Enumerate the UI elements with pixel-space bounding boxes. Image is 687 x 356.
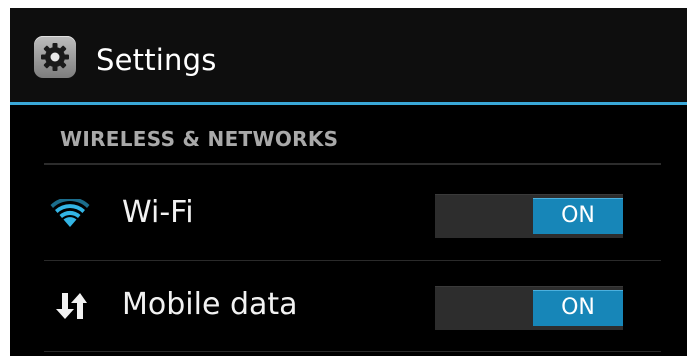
action-bar-divider <box>10 102 687 105</box>
page-title: Settings <box>96 43 217 77</box>
mobile-data-toggle[interactable]: ON <box>435 286 623 330</box>
wifi-icon <box>50 197 90 233</box>
section-divider <box>44 163 661 165</box>
wifi-toggle-state: ON <box>533 198 623 234</box>
section-header-wireless: WIRELESS & NETWORKS <box>60 127 339 151</box>
row-divider <box>44 351 661 352</box>
settings-screen: Settings WIRELESS & NETWORKS Wi-Fi ON Mo <box>10 8 687 356</box>
list-item-wifi[interactable]: Wi-Fi ON <box>10 169 687 259</box>
wifi-toggle[interactable]: ON <box>435 194 623 238</box>
wifi-label: Wi-Fi <box>122 195 194 230</box>
mobile-data-icon <box>54 291 88 325</box>
gear-icon[interactable] <box>34 36 76 78</box>
mobile-data-toggle-state: ON <box>533 290 623 326</box>
mobile-data-label: Mobile data <box>122 287 298 322</box>
action-bar: Settings <box>10 8 687 105</box>
list-item-mobile-data[interactable]: Mobile data ON <box>10 261 687 351</box>
